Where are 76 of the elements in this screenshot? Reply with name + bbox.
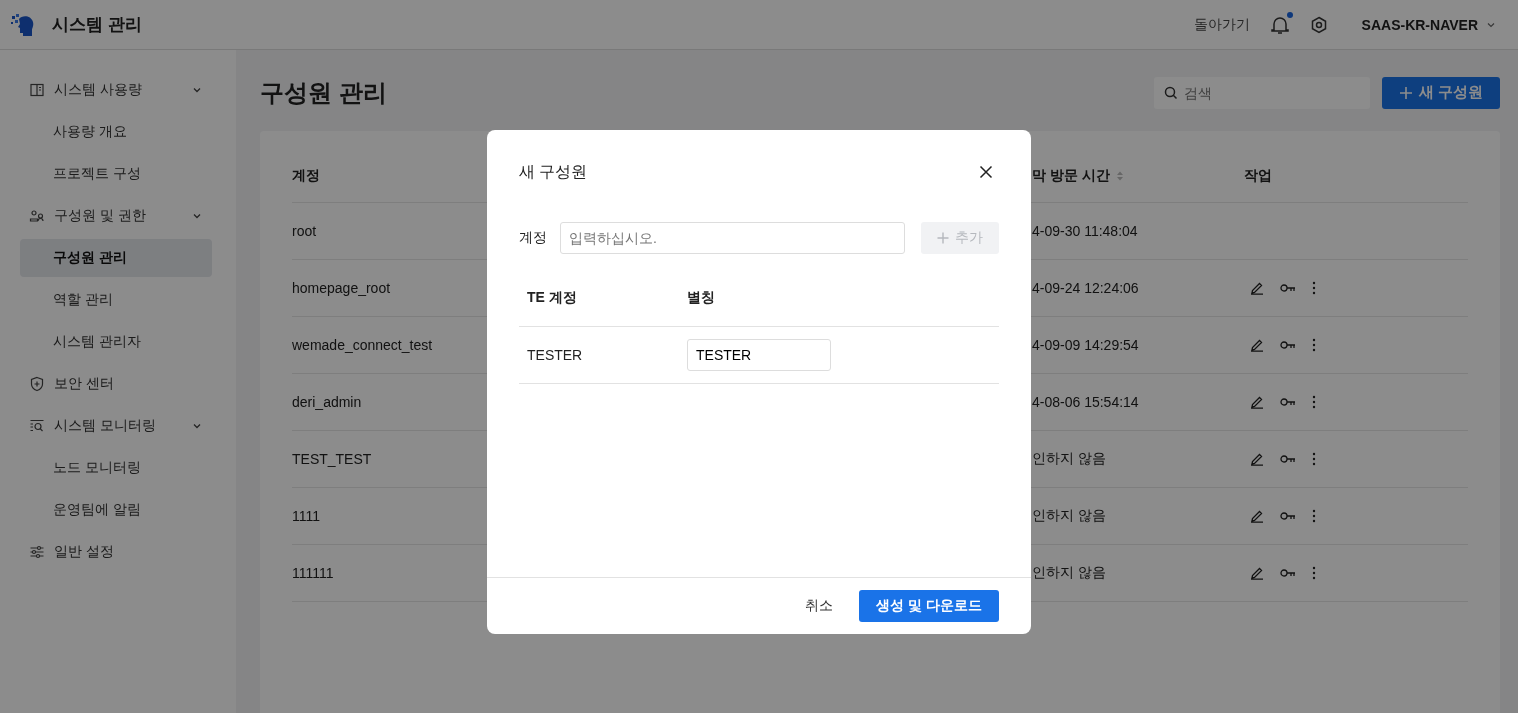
alias-input[interactable]: TESTER	[687, 339, 831, 371]
column-header: 계정	[292, 166, 320, 183]
page-title: 구성원 관리	[260, 77, 387, 108]
pencil-icon[interactable]	[1250, 395, 1264, 409]
table-cell: root	[292, 223, 317, 239]
sidebar-group[interactable]: 보안 센터	[20, 365, 212, 403]
account-menu[interactable]: SAAS-KR-NAVER	[1361, 16, 1496, 33]
settings-icon[interactable]	[1309, 15, 1328, 34]
sidebar-group[interactable]: 구성원 및 권한	[20, 197, 212, 235]
table-cell: 1111	[292, 508, 321, 524]
more-icon[interactable]	[1312, 452, 1316, 466]
table-cell-text: 인하지 않음	[1032, 507, 1107, 525]
table-cell-text: 4-09-30 11:48:04	[1032, 223, 1139, 239]
table-cell: deri_admin	[292, 394, 362, 410]
pencil-icon[interactable]	[1250, 338, 1264, 352]
more-icon[interactable]	[1312, 395, 1316, 409]
column-header[interactable]: 막 방문 시간	[1032, 166, 1110, 185]
table-cell-text: 4-08-06 15:54:14	[1032, 394, 1140, 410]
column-header: 별칭	[687, 289, 715, 307]
head-logo-icon	[10, 11, 36, 38]
app-title: 시스템 관리	[52, 14, 142, 36]
sidebar-item[interactable]: 구성원 관리	[20, 239, 212, 277]
table-cell: wemade_connect_test	[292, 337, 433, 353]
column-header: TE 계정	[526, 289, 578, 307]
table-cell-text: 4-09-09 14:29:54	[1032, 337, 1140, 353]
dialog-title: 새 구성원	[519, 161, 588, 182]
account-input[interactable]: 입력하십시오.	[560, 222, 905, 254]
more-icon[interactable]	[1312, 281, 1316, 295]
sidebar-item[interactable]: 운영팀에 알림	[20, 491, 212, 529]
cancel-button[interactable]: 취소	[791, 591, 848, 621]
table-cell-text: 4-09-24 12:24:06	[1032, 280, 1140, 296]
sidebar-item[interactable]: 노드 모니터링	[20, 449, 212, 487]
book-icon	[29, 82, 45, 98]
pencil-icon[interactable]	[1250, 452, 1264, 466]
sidebar-group[interactable]: 일반 설정	[20, 533, 212, 571]
more-icon[interactable]	[1312, 566, 1316, 580]
shield-icon	[29, 376, 45, 392]
table-cell-text: 인하지 않음	[1032, 564, 1107, 582]
key-icon[interactable]	[1280, 511, 1296, 521]
key-icon[interactable]	[1280, 283, 1296, 293]
notification-button[interactable]	[1269, 13, 1290, 36]
pencil-icon[interactable]	[1250, 509, 1264, 523]
sidebar-item[interactable]: 프로젝트 구성	[20, 155, 212, 193]
key-icon[interactable]	[1280, 340, 1296, 350]
back-link[interactable]: 돌아가기	[1193, 15, 1250, 34]
create-download-button[interactable]: 생성 및 다운로드	[859, 590, 999, 622]
sidebar-group[interactable]: 시스템 모니터링	[20, 407, 212, 445]
chevron-icon	[192, 85, 202, 95]
key-icon[interactable]	[1280, 568, 1296, 578]
table-cell: homepage_root	[292, 280, 391, 296]
sidebar-group[interactable]: 시스템 사용량	[20, 71, 212, 109]
sidebar-item[interactable]: 사용량 개요	[20, 113, 212, 151]
new-member-button[interactable]: 새 구성원	[1381, 76, 1500, 109]
plus-icon	[937, 232, 949, 244]
plus-icon	[1398, 85, 1413, 100]
chevron-icon	[192, 211, 202, 221]
monitor-icon	[29, 418, 45, 434]
table-cell: 111111	[292, 565, 334, 581]
pencil-icon[interactable]	[1250, 566, 1264, 580]
close-icon[interactable]	[979, 165, 993, 179]
more-icon[interactable]	[1312, 509, 1316, 523]
users-icon	[29, 208, 45, 224]
chevron-icon	[192, 421, 202, 431]
search-field[interactable]: 검색	[1153, 76, 1370, 109]
key-icon[interactable]	[1280, 397, 1296, 407]
table-cell: TEST_TEST	[292, 451, 372, 467]
sidebar-item[interactable]: 역할 관리	[20, 281, 212, 319]
key-icon[interactable]	[1280, 454, 1296, 464]
more-icon[interactable]	[1312, 338, 1316, 352]
pencil-icon[interactable]	[1250, 281, 1264, 295]
sliders-icon	[29, 544, 45, 560]
table-cell-text: TESTER	[526, 347, 584, 363]
sidebar-item[interactable]: 시스템 관리자	[20, 323, 212, 361]
field-label: 계정	[519, 229, 548, 247]
table-cell-text: 인하지 않음	[1032, 450, 1107, 468]
column-header: 작업	[1244, 166, 1273, 185]
